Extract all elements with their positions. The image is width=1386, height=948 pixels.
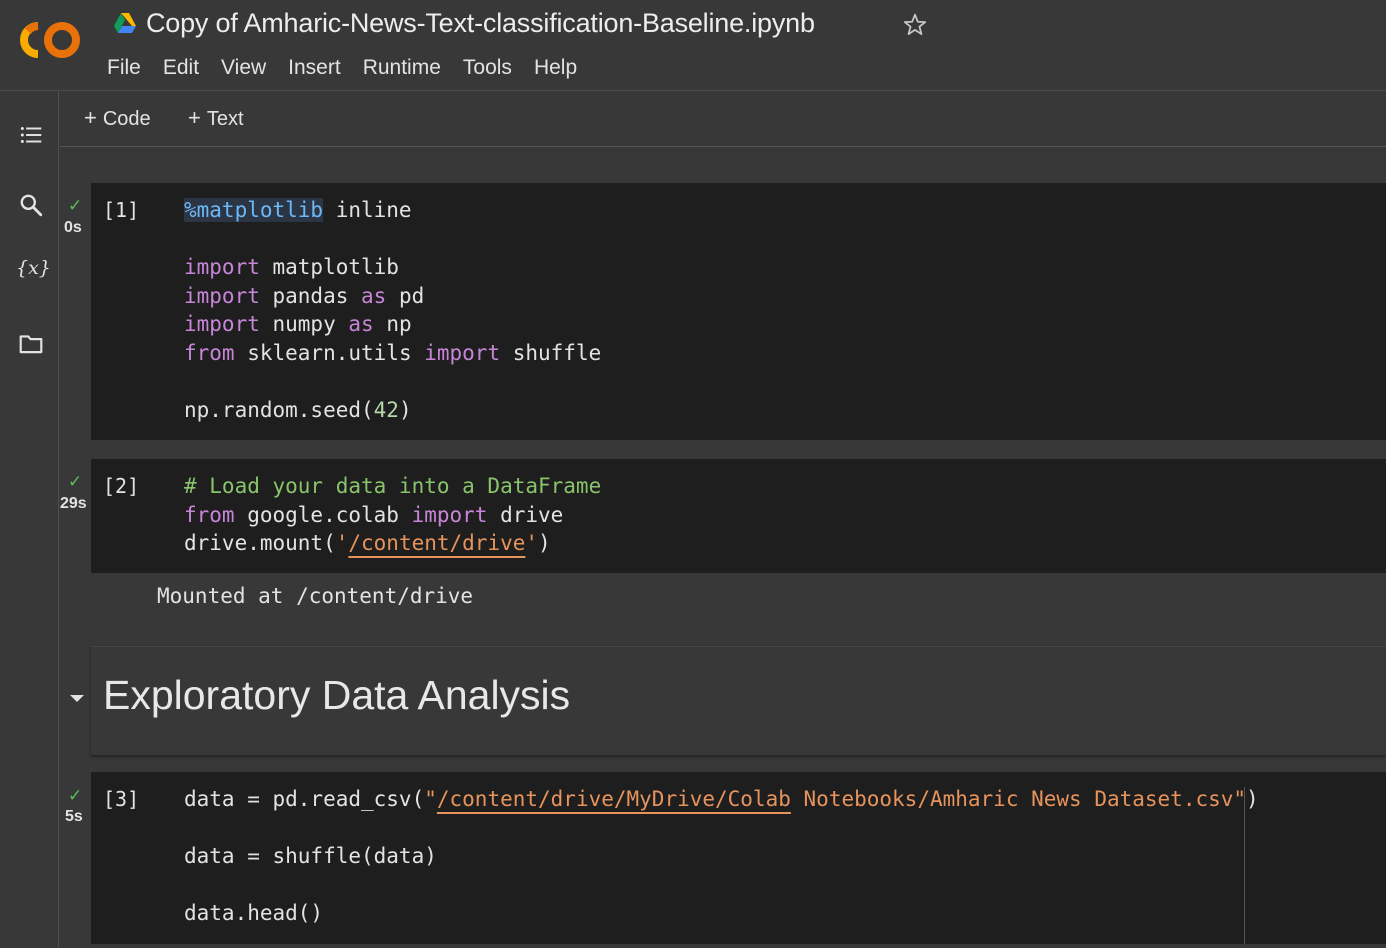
code-token: 42 (373, 397, 399, 422)
code-line[interactable] (184, 225, 601, 254)
code-token: ) (398, 397, 412, 422)
table-of-contents-icon[interactable] (18, 122, 44, 148)
execution-time: 5s (65, 808, 83, 825)
code-token: ' (335, 531, 349, 555)
header-bar: Copy of Amharic-News-Text-classification… (0, 0, 1386, 91)
code-token: drive.mount( (184, 531, 336, 555)
code-line[interactable]: np.random.seed(42) (184, 396, 601, 425)
code-cell[interactable]: [3] data = pd.read_csv("/content/drive/M… (91, 772, 1386, 944)
code-token: numpy (259, 312, 349, 336)
code-line[interactable]: import numpy as np (184, 310, 601, 339)
run-success-check-icon[interactable]: ✓ (68, 196, 82, 216)
code-token: /content/drive/MyDrive/Colab (436, 787, 791, 811)
add-code-label: Code (102, 108, 151, 130)
code-line[interactable]: drive.mount('/content/drive') (184, 529, 601, 558)
code-token: data.head() (184, 901, 324, 925)
variables-icon[interactable]: {x} (16, 257, 51, 279)
menu-insert[interactable]: Insert (277, 54, 352, 82)
collapse-triangle-icon[interactable] (67, 688, 87, 708)
code-token: ' (525, 531, 539, 555)
code-token: from (184, 502, 235, 527)
code-line[interactable]: from google.colab import drive (184, 501, 601, 530)
code-cell[interactable]: [1] %matplotlib inline import matplotlib… (91, 183, 1386, 440)
execution-time: 0s (64, 219, 82, 236)
code-token: matplotlib (259, 255, 399, 279)
google-drive-icon[interactable] (113, 12, 137, 34)
code-editor[interactable]: %matplotlib inline import matplotlib impo… (184, 196, 601, 424)
code-token: as (361, 283, 387, 308)
code-line[interactable] (184, 367, 601, 396)
menu-tools[interactable]: Tools (452, 54, 523, 82)
left-sidebar: {x} (0, 91, 59, 948)
code-token: data = shuffle(data) (184, 844, 437, 868)
code-cell[interactable]: [2] # Load your data into a DataFrame fro… (91, 459, 1386, 573)
code-token: import (184, 283, 260, 308)
add-text-button[interactable]: + Text (188, 104, 244, 133)
code-line[interactable]: data = shuffle(data) (184, 842, 1259, 871)
code-token: /content/drive (348, 531, 526, 555)
code-token: sklearn.utils (234, 340, 425, 365)
plus-icon: + (188, 105, 201, 130)
code-token: import (184, 312, 260, 336)
run-success-check-icon[interactable]: ✓ (68, 472, 82, 492)
menu-view[interactable]: View (210, 54, 277, 82)
ruler-line (1244, 787, 1245, 944)
run-success-check-icon[interactable]: ✓ (68, 786, 82, 806)
code-token: as (348, 312, 374, 336)
code-token: import (411, 502, 488, 527)
plus-icon: + (84, 105, 97, 130)
code-token: ) (1246, 787, 1259, 811)
menu-edit[interactable]: Edit (152, 54, 210, 82)
code-line[interactable]: import pandas as pd (184, 282, 601, 311)
code-token: google.colab (234, 502, 412, 527)
code-line[interactable]: # Load your data into a DataFrame (184, 472, 601, 501)
code-token: drive (487, 502, 564, 527)
search-icon[interactable] (18, 192, 44, 218)
code-line[interactable]: data.head() (184, 899, 1259, 928)
section-heading: Exploratory Data Analysis (103, 672, 571, 718)
code-token: shuffle (500, 340, 602, 365)
notebook-title[interactable]: Copy of Amharic-News-Text-classification… (146, 8, 815, 39)
code-token: ) (538, 531, 551, 555)
code-editor[interactable]: # Load your data into a DataFrame from go… (184, 472, 601, 558)
colab-logo-icon[interactable] (20, 20, 84, 60)
code-token: pd (386, 283, 425, 308)
cell-output: Mounted at /content/drive (157, 584, 474, 608)
code-line[interactable]: %matplotlib inline (184, 196, 601, 225)
menu-bar: File Edit View Insert Runtime Tools Help (96, 54, 588, 82)
code-token: np (373, 312, 412, 336)
menu-help[interactable]: Help (523, 54, 588, 82)
code-token: from (184, 340, 235, 365)
code-token: Notebooks/Amharic News Dataset.csv" (790, 787, 1247, 811)
code-line[interactable]: from sklearn.utils import shuffle (184, 339, 601, 368)
menu-file[interactable]: File (96, 54, 152, 82)
code-token: # Load your data into a DataFrame (184, 474, 602, 498)
add-text-label: Text (206, 108, 244, 130)
code-token: np.random.seed( (184, 397, 374, 422)
code-token: " (424, 787, 437, 811)
code-token: %matplotlib (184, 198, 324, 222)
execution-count: [3] (103, 787, 140, 811)
code-token: data = pd.read_csv( (184, 787, 425, 811)
code-token: import (424, 340, 501, 365)
notebook-toolbar: + Code + Text (60, 92, 1386, 147)
code-line[interactable]: data = pd.read_csv("/content/drive/MyDri… (184, 785, 1259, 814)
folder-icon[interactable] (18, 331, 44, 357)
code-line[interactable]: import matplotlib (184, 253, 601, 282)
code-line[interactable] (184, 814, 1259, 843)
add-code-button[interactable]: + Code (84, 104, 151, 133)
code-token: inline (323, 198, 412, 222)
menu-runtime[interactable]: Runtime (352, 54, 452, 82)
code-token: pandas (259, 283, 362, 308)
code-line[interactable] (184, 871, 1259, 900)
code-editor[interactable]: data = pd.read_csv("/content/drive/MyDri… (184, 785, 1259, 928)
execution-count: [2] (103, 474, 140, 498)
star-icon[interactable] (902, 12, 928, 38)
code-token: import (184, 255, 260, 279)
execution-count: [1] (103, 198, 140, 222)
execution-time: 29s (60, 495, 87, 512)
